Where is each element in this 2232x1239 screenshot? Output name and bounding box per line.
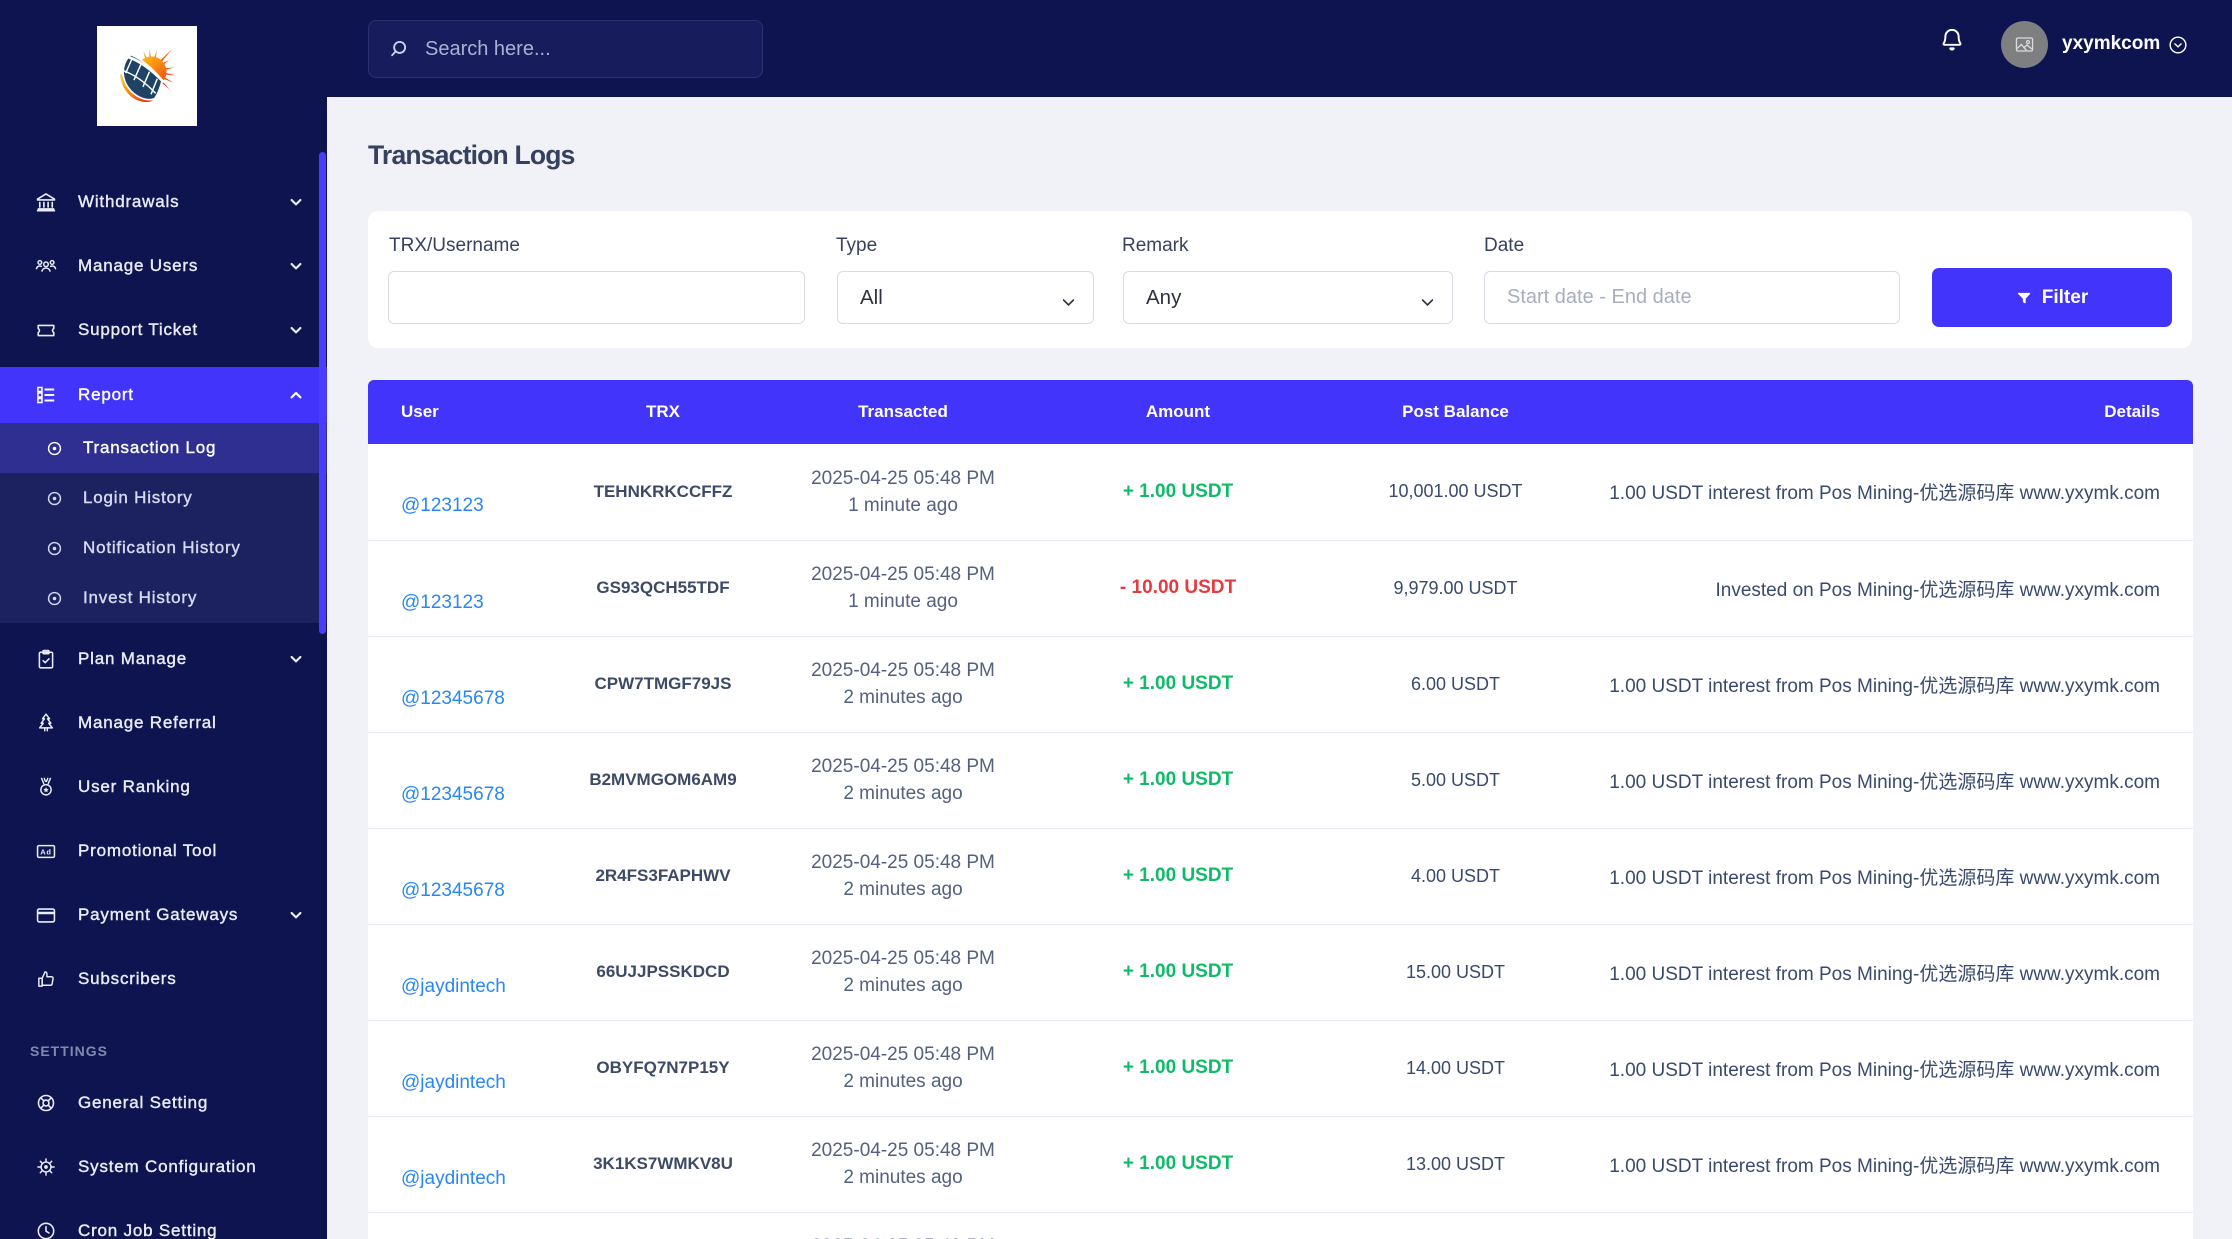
svg-text:Ad: Ad <box>40 847 51 856</box>
